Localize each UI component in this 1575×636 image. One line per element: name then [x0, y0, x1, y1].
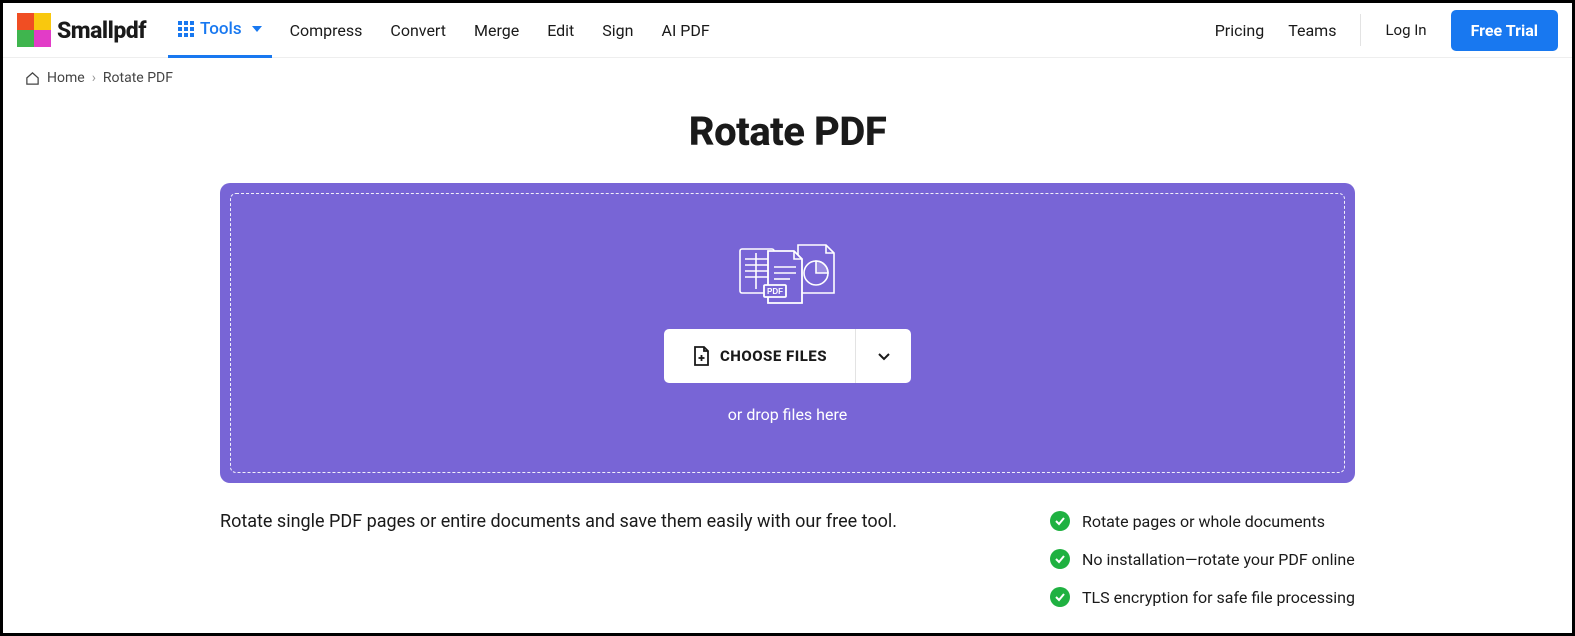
check-icon: [1050, 549, 1070, 569]
breadcrumb-home[interactable]: Home: [47, 70, 85, 86]
tools-dropdown[interactable]: Tools: [168, 3, 272, 58]
breadcrumb: Home › Rotate PDF: [3, 58, 1572, 86]
feature-text: No installation—rotate your PDF online: [1082, 550, 1355, 569]
nav-link-sign[interactable]: Sign: [602, 21, 633, 40]
brand-name: Smallpdf: [57, 17, 146, 44]
choose-files-row: CHOOSE FILES: [664, 329, 911, 383]
nav-links: Compress Convert Merge Edit Sign AI PDF: [290, 21, 710, 40]
breadcrumb-separator: ›: [92, 70, 96, 86]
nav-link-merge[interactable]: Merge: [474, 21, 519, 40]
breadcrumb-current: Rotate PDF: [103, 70, 173, 86]
feature-text: TLS encryption for safe file processing: [1082, 588, 1355, 607]
dropzone[interactable]: PDF CHOOSE FILES or drop files here: [220, 183, 1355, 483]
file-plus-icon: [692, 346, 710, 366]
nav-link-ai-pdf[interactable]: AI PDF: [662, 21, 710, 40]
home-icon: [25, 71, 40, 86]
grid-icon: [178, 21, 194, 37]
chevron-down-icon: [252, 26, 262, 32]
header: Smallpdf Tools Compress Convert Merge Ed…: [3, 3, 1572, 58]
feature-item: TLS encryption for safe file processing: [1050, 587, 1355, 607]
feature-item: Rotate pages or whole documents: [1050, 511, 1355, 531]
feature-text: Rotate pages or whole documents: [1082, 512, 1325, 531]
chevron-down-icon: [876, 348, 892, 364]
choose-files-label: CHOOSE FILES: [720, 347, 827, 365]
svg-text:PDF: PDF: [767, 287, 783, 296]
check-icon: [1050, 511, 1070, 531]
login-link[interactable]: Log In: [1385, 21, 1426, 39]
file-types-icon: PDF: [738, 243, 838, 309]
tools-label: Tools: [200, 19, 242, 39]
feature-item: No installation—rotate your PDF online: [1050, 549, 1355, 569]
page-subtitle: Rotate single PDF pages or entire docume…: [220, 511, 950, 532]
dropzone-container: PDF CHOOSE FILES or drop files here: [3, 183, 1572, 483]
brand-logo[interactable]: Smallpdf: [17, 13, 146, 47]
nav-link-edit[interactable]: Edit: [547, 21, 574, 40]
choose-files-button[interactable]: CHOOSE FILES: [664, 329, 855, 383]
nav-link-convert[interactable]: Convert: [390, 21, 446, 40]
choose-files-more-button[interactable]: [855, 329, 911, 383]
check-icon: [1050, 587, 1070, 607]
free-trial-button[interactable]: Free Trial: [1451, 10, 1558, 51]
header-right: Pricing Teams Log In Free Trial: [1215, 10, 1558, 51]
divider: [1360, 14, 1361, 46]
nav-link-pricing[interactable]: Pricing: [1215, 21, 1265, 40]
bottom-row: Rotate single PDF pages or entire docume…: [3, 511, 1572, 607]
logo-icon: [17, 13, 51, 47]
page-title: Rotate PDF: [3, 108, 1572, 155]
feature-list: Rotate pages or whole documents No insta…: [1050, 511, 1355, 607]
nav-link-teams[interactable]: Teams: [1288, 21, 1336, 40]
or-drop-text: or drop files here: [728, 405, 847, 424]
nav-link-compress[interactable]: Compress: [290, 21, 363, 40]
